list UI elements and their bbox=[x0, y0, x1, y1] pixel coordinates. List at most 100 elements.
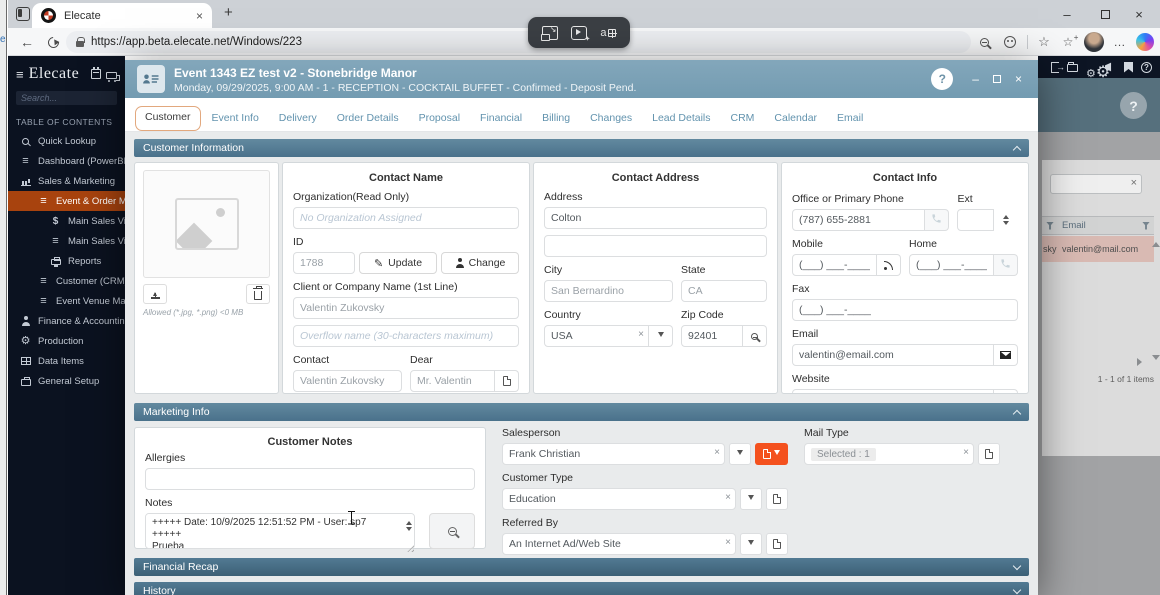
tab-lead-details[interactable]: Lead Details bbox=[643, 107, 719, 131]
modal-maximize-button[interactable] bbox=[992, 75, 1001, 83]
dear-input[interactable] bbox=[410, 370, 495, 392]
event-window-titlebar[interactable]: Event 1343 EZ test v2 - Stonebridge Mano… bbox=[125, 60, 1038, 98]
sidebar-item-event-venue-management[interactable]: Event Venue Managem bbox=[8, 291, 125, 311]
address-line1-input[interactable] bbox=[544, 207, 767, 229]
open-website-button[interactable] bbox=[994, 389, 1018, 393]
send-email-button[interactable] bbox=[994, 344, 1018, 366]
sidebar-item-customer-crm[interactable]: Customer (CRM) bbox=[8, 271, 125, 291]
profile-avatar[interactable] bbox=[1084, 32, 1104, 52]
tab-event-info[interactable]: Event Info bbox=[203, 107, 268, 131]
website-input[interactable] bbox=[792, 389, 994, 393]
hamburger-icon[interactable]: ≡ bbox=[16, 67, 24, 82]
update-button[interactable]: Update bbox=[359, 252, 437, 274]
sidebar-search-input[interactable] bbox=[21, 93, 112, 103]
modal-minimize-button[interactable]: – bbox=[972, 73, 979, 85]
tab-calendar[interactable]: Calendar bbox=[765, 107, 826, 131]
customer-type-new-button[interactable] bbox=[766, 488, 788, 510]
browser-menu-icon[interactable]: … bbox=[1110, 28, 1130, 56]
zoom-icon[interactable] bbox=[974, 28, 994, 56]
spinner-up-icon[interactable] bbox=[1003, 212, 1009, 219]
tab-email[interactable]: Email bbox=[828, 107, 872, 131]
scroll-down-icon[interactable] bbox=[1152, 355, 1160, 364]
section-history[interactable]: History bbox=[134, 582, 1029, 595]
tab-delivery[interactable]: Delivery bbox=[270, 107, 326, 131]
id-input[interactable] bbox=[293, 252, 355, 274]
ext-input[interactable] bbox=[957, 209, 994, 231]
refresh-button[interactable] bbox=[42, 28, 64, 56]
overflow-name-input[interactable] bbox=[293, 325, 519, 347]
sidebar-item-dashboard[interactable]: Dashboard (PowerBI) bbox=[8, 151, 125, 171]
referred-by-select[interactable] bbox=[502, 533, 736, 555]
email-input[interactable] bbox=[792, 344, 994, 366]
clear-icon[interactable]: × bbox=[725, 537, 731, 548]
sidebar-item-general-setup[interactable]: General Setup bbox=[8, 371, 125, 391]
mail-type-select[interactable]: Selected : 1 bbox=[804, 443, 974, 465]
modal-close-button[interactable]: × bbox=[1015, 73, 1022, 85]
mobile-sms-button[interactable] bbox=[877, 254, 901, 276]
notes-search-button[interactable] bbox=[429, 513, 475, 549]
country-dropdown-button[interactable] bbox=[649, 325, 673, 347]
tab-changes[interactable]: Changes bbox=[581, 107, 641, 131]
modal-help-button[interactable]: ? bbox=[931, 68, 954, 90]
tab-close-icon[interactable]: × bbox=[196, 9, 203, 23]
workspaces-icon[interactable] bbox=[16, 7, 30, 21]
grid-selected-row[interactable]: sky valentin@mail.com bbox=[1042, 236, 1154, 262]
clear-icon[interactable]: × bbox=[714, 447, 720, 458]
sidebar-search[interactable] bbox=[16, 91, 117, 105]
spinner-down-icon[interactable] bbox=[1003, 221, 1009, 228]
change-button[interactable]: Change bbox=[441, 252, 519, 274]
feedback-icon[interactable] bbox=[1000, 28, 1020, 56]
sidebar-item-production[interactable]: Production bbox=[8, 331, 125, 351]
ext-spinner[interactable] bbox=[994, 209, 1018, 231]
clear-icon[interactable]: × bbox=[1131, 177, 1137, 189]
tab-billing[interactable]: Billing bbox=[533, 107, 579, 131]
fax-input[interactable] bbox=[792, 299, 1018, 321]
collections-icon[interactable]: ☆ bbox=[1058, 28, 1078, 56]
office-phone-input[interactable] bbox=[792, 209, 926, 231]
contact-input[interactable] bbox=[293, 370, 402, 392]
customer-type-dropdown-button[interactable] bbox=[740, 488, 762, 510]
favorite-star-icon[interactable]: ☆ bbox=[1034, 28, 1054, 56]
referred-by-new-button[interactable] bbox=[766, 533, 788, 555]
window-close-button[interactable]: × bbox=[1122, 0, 1156, 28]
screen-size-icon[interactable] bbox=[541, 25, 559, 41]
state-input[interactable] bbox=[681, 280, 767, 302]
tab-financial[interactable]: Financial bbox=[471, 107, 531, 131]
background-search-input[interactable]: × bbox=[1050, 174, 1142, 194]
client-name-input[interactable] bbox=[293, 297, 519, 319]
translate-icon[interactable]: a bbox=[600, 26, 617, 40]
sidebar-item-finance-accounting[interactable]: Finance & Accounting bbox=[8, 311, 125, 331]
filter-funnel-icon[interactable] bbox=[1046, 221, 1054, 230]
sidebar-item-reports[interactable]: Reports bbox=[8, 251, 125, 271]
customer-type-select[interactable] bbox=[502, 488, 736, 510]
delete-photo-button[interactable] bbox=[246, 284, 270, 304]
browser-tab[interactable]: Elecate × bbox=[32, 3, 212, 28]
section-marketing-info[interactable]: Marketing Info bbox=[134, 403, 1029, 421]
url-bar[interactable]: https://app.beta.elecate.net/Windows/223 bbox=[66, 31, 971, 53]
video-popout-icon[interactable] bbox=[571, 25, 590, 43]
salesperson-select[interactable] bbox=[502, 443, 725, 465]
sidebar-item-event-order-management[interactable]: Event & Order Manag... bbox=[8, 191, 125, 211]
sidebar-item-data-items[interactable]: Data Items bbox=[8, 351, 125, 371]
window-minimize-button[interactable]: – bbox=[1050, 0, 1084, 28]
new-tab-button[interactable]: + bbox=[224, 4, 233, 21]
back-button[interactable]: ← bbox=[16, 28, 38, 56]
photo-placeholder[interactable] bbox=[143, 170, 270, 278]
window-maximize-button[interactable] bbox=[1088, 0, 1122, 28]
office-call-button[interactable] bbox=[925, 209, 950, 231]
section-customer-information[interactable]: Customer Information bbox=[134, 139, 1029, 157]
delivery-truck-icon[interactable] bbox=[106, 71, 120, 82]
scroll-right-icon[interactable] bbox=[1137, 358, 1146, 366]
grid-email-header[interactable]: Email bbox=[1062, 220, 1086, 231]
clear-icon[interactable]: × bbox=[725, 492, 731, 503]
scroll-up-icon[interactable] bbox=[1152, 238, 1160, 247]
upload-photo-button[interactable] bbox=[143, 284, 167, 304]
zip-input[interactable] bbox=[681, 325, 743, 347]
spinner-up-icon[interactable] bbox=[406, 518, 412, 525]
mobile-input[interactable] bbox=[792, 254, 877, 276]
salesperson-dropdown-button[interactable] bbox=[729, 443, 751, 465]
city-input[interactable] bbox=[544, 280, 673, 302]
referred-by-dropdown-button[interactable] bbox=[740, 533, 762, 555]
mail-type-new-button[interactable] bbox=[978, 443, 1000, 465]
copilot-icon[interactable] bbox=[1136, 33, 1154, 51]
